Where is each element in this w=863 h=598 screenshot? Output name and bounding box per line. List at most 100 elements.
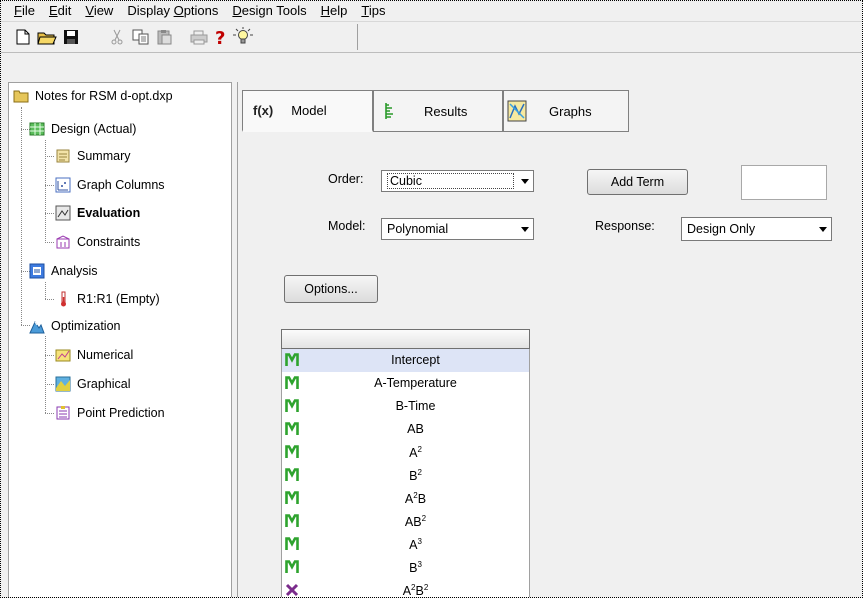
tree-item-numerical[interactable]: Numerical [55,344,133,366]
open-folder-icon[interactable] [37,27,57,47]
toolbar-separator [357,24,358,50]
tab-graphs-label: Graphs [549,103,592,119]
model-term-icon[interactable] [285,353,299,367]
tree-item-label: Analysis [51,264,98,278]
term-label: A2B [404,491,427,507]
tree-item-label: R1:R1 (Empty) [77,292,160,306]
tree-item-r1[interactable]: R1:R1 (Empty) [55,288,160,310]
tree-item-design[interactable]: Design (Actual) [29,118,136,140]
tab-graphs[interactable]: Graphs [503,90,629,132]
model-term-icon[interactable] [285,422,299,436]
tree-item-graph-columns[interactable]: Graph Columns [55,174,165,196]
summary-icon [56,149,70,163]
model-term-icon[interactable] [285,376,299,390]
model-term-icon[interactable] [285,491,299,505]
term-row[interactable]: A3 [282,533,529,556]
add-term-input[interactable] [741,165,827,200]
menu-help[interactable]: Help [314,1,355,21]
term-label: A2 [409,445,422,461]
tab-results[interactable]: Results [373,90,503,132]
thermometer-icon [61,291,66,307]
chevron-down-icon [517,179,533,184]
response-value: Design Only [687,222,756,236]
tree-root-label: Notes for RSM d-opt.dxp [35,89,173,103]
menu-view[interactable]: View [78,1,120,21]
menu-design-tools[interactable]: Design Tools [225,1,313,21]
model-term-icon[interactable] [285,537,299,551]
paste-icon [154,27,174,47]
response-select[interactable]: Design Only [681,217,832,241]
term-row[interactable]: A2B [282,487,529,510]
chevron-down-icon [517,227,533,232]
optimization-icon [29,320,45,334]
tip-lightbulb-icon[interactable] [233,27,253,47]
graphical-icon [55,376,71,392]
help-question-icon[interactable]: ? [211,27,231,47]
model-term-icon[interactable] [285,560,299,574]
tab-results-label: Results [424,103,468,119]
model-term-icon[interactable] [285,468,299,482]
term-label: AB2 [404,514,427,530]
term-label: B3 [409,560,422,576]
numerical-icon [55,349,71,362]
tree-item-evaluation[interactable]: Evaluation [55,202,140,224]
term-row[interactable]: AB2 [282,510,529,533]
model-term-icon[interactable] [285,445,299,459]
order-label: Order: [328,172,364,186]
tree-item-graphical[interactable]: Graphical [55,373,131,395]
tree-item-constraints[interactable]: Constraints [55,231,140,253]
term-row[interactable]: B-Time [282,395,529,418]
tree-root-notes[interactable]: Notes for RSM d-opt.dxp [13,85,173,107]
term-label: AB [407,422,424,436]
terms-grid: Intercept A-Temperature B-Time AB A2 B2 A2B AB2… [281,349,530,597]
tree-item-point-prediction[interactable]: Point Prediction [55,402,165,424]
menu-display-options[interactable]: Display Options [120,1,225,21]
evaluation-icon [55,205,71,221]
copy-icon [131,27,151,47]
model-term-icon[interactable] [285,514,299,528]
tree-item-analysis[interactable]: Analysis [29,260,98,282]
graph-columns-icon [55,177,71,193]
function-icon: f(x) [253,103,274,118]
chevron-down-icon [815,227,831,232]
save-icon[interactable] [61,27,81,47]
tree-item-summary[interactable]: Summary [55,145,130,167]
tree-item-label: Graphical [77,377,131,391]
term-label: A-Temperature [374,376,457,390]
tree-item-label: Constraints [77,235,141,249]
term-row[interactable]: B2 [282,464,529,487]
folder-icon [13,90,29,103]
design-table-icon [29,122,45,136]
order-select[interactable]: Cubic [381,170,534,192]
tree-item-label: Graph Columns [77,178,165,192]
options-button[interactable]: Options... [284,275,378,303]
model-value: Polynomial [387,222,449,236]
point-prediction-icon [56,406,70,420]
term-row[interactable]: Intercept [282,349,529,372]
tab-model[interactable]: f(x) Model [242,90,373,132]
tree-item-label: Optimization [51,319,121,333]
terms-grid-header[interactable] [281,329,530,349]
model-select[interactable]: Polynomial [381,218,534,240]
term-row[interactable]: A-Temperature [282,372,529,395]
term-row[interactable]: A2 [282,441,529,464]
menu-file[interactable]: File [7,1,42,21]
new-file-icon[interactable] [13,27,33,47]
term-row[interactable]: AB [282,418,529,441]
term-label: Intercept [391,353,440,367]
term-label: A3 [409,537,422,553]
term-row[interactable]: B3 [282,556,529,579]
tree-item-optimization[interactable]: Optimization [29,315,120,337]
menu-edit[interactable]: Edit [42,1,78,21]
excluded-term-icon[interactable] [285,583,299,597]
cut-icon [107,27,127,47]
results-list-icon [385,103,393,119]
response-label: Response: [595,219,655,233]
model-term-icon[interactable] [285,399,299,413]
toolbar: ? [1,21,862,53]
graphs-icon [507,100,527,122]
add-term-button[interactable]: Add Term [587,169,688,195]
menu-tips[interactable]: Tips [354,1,392,21]
term-label: B-Time [395,399,436,413]
term-row[interactable]: A2B2 [282,579,529,597]
